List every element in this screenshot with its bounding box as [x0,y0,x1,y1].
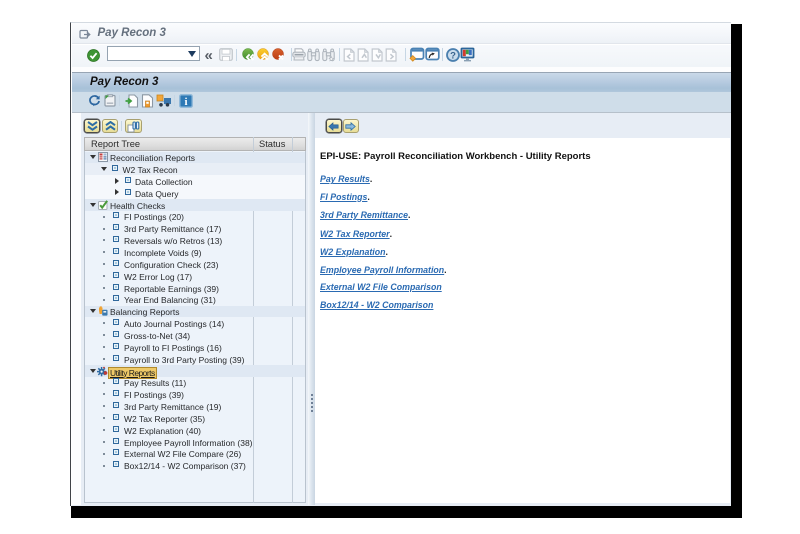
svg-text:i: i [184,96,187,108]
svg-text:?: ? [450,50,456,61]
